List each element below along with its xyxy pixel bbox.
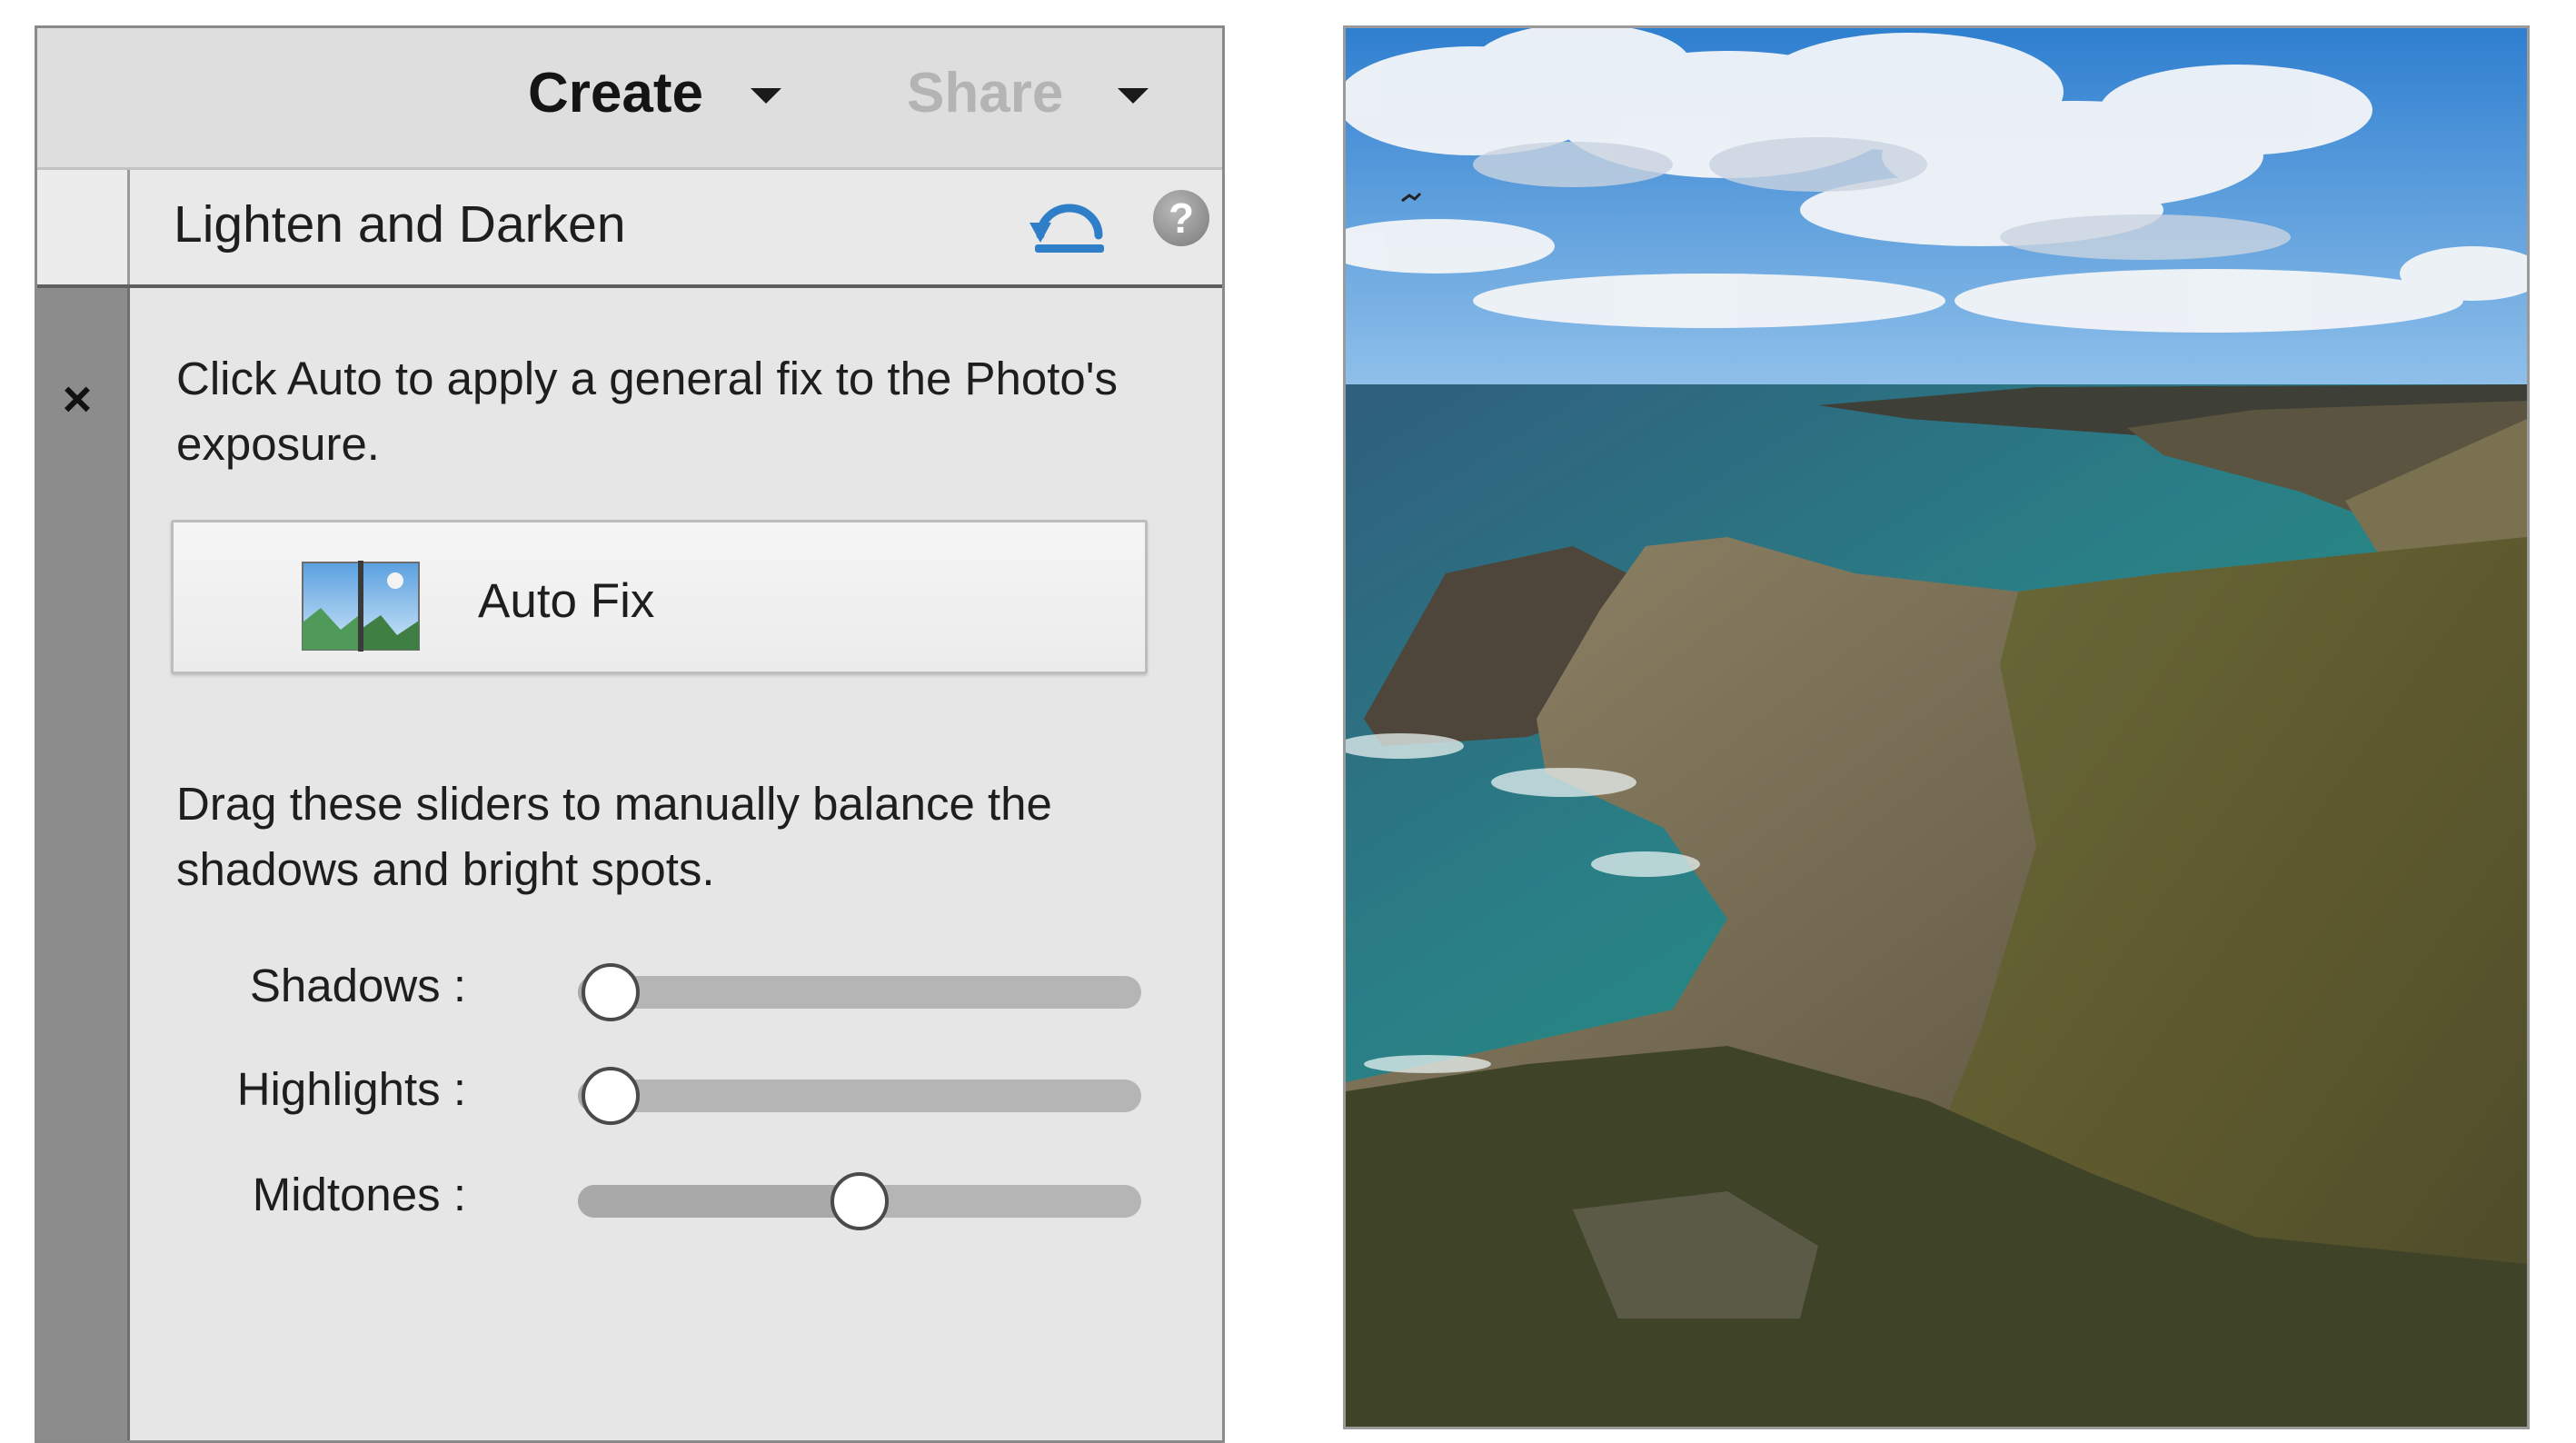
chevron-down-icon [751, 88, 781, 104]
auto-fix-icon [302, 561, 420, 652]
midtones-slider-row: Midtones : [130, 1162, 1184, 1235]
shadows-slider-thumb[interactable] [582, 963, 640, 1021]
share-menu[interactable]: Share [907, 61, 1149, 125]
midtones-slider-thumb[interactable] [830, 1172, 889, 1230]
auto-fix-button[interactable]: Auto Fix [171, 520, 1148, 674]
midtones-slider[interactable] [578, 1172, 1141, 1230]
chevron-down-icon [1118, 88, 1149, 104]
share-menu-label: Share [907, 62, 1064, 124]
highlights-slider[interactable] [578, 1067, 1141, 1125]
slider-description: Drag these sliders to manually balance t… [176, 778, 1052, 895]
lighten-darken-panel: Create Share Lighten and Darken ? × Clic… [35, 25, 1225, 1443]
highlights-slider-thumb[interactable] [582, 1067, 640, 1125]
shadows-slider[interactable] [578, 963, 1141, 1021]
help-icon[interactable]: ? [1153, 190, 1209, 246]
close-icon[interactable]: × [52, 373, 103, 424]
highlights-label: Highlights : [236, 1063, 466, 1115]
auto-fix-label: Auto Fix [478, 574, 655, 628]
midtones-slider-fill [578, 1185, 860, 1218]
panel-header: Lighten and Darken ? [37, 170, 1222, 288]
reset-undo-icon[interactable] [1028, 190, 1111, 259]
create-menu-label: Create [528, 62, 703, 124]
auto-description: Click Auto to apply a general fix to the… [176, 353, 1119, 470]
shadows-label: Shadows : [249, 960, 466, 1011]
panel-sidebar: × [37, 288, 130, 1440]
photo-preview [1343, 25, 2530, 1429]
shadows-slider-row: Shadows : [130, 953, 1184, 1026]
midtones-label: Midtones : [252, 1169, 466, 1220]
panel-content: Click Auto to apply a general fix to the… [130, 288, 1222, 1440]
top-toolbar: Create Share [37, 28, 1222, 170]
header-spacer [37, 170, 130, 284]
highlights-slider-row: Highlights : [130, 1057, 1184, 1130]
create-menu[interactable]: Create [528, 61, 781, 125]
panel-title: Lighten and Darken [174, 195, 626, 254]
coastal-cliff-photo [1346, 28, 2527, 1427]
